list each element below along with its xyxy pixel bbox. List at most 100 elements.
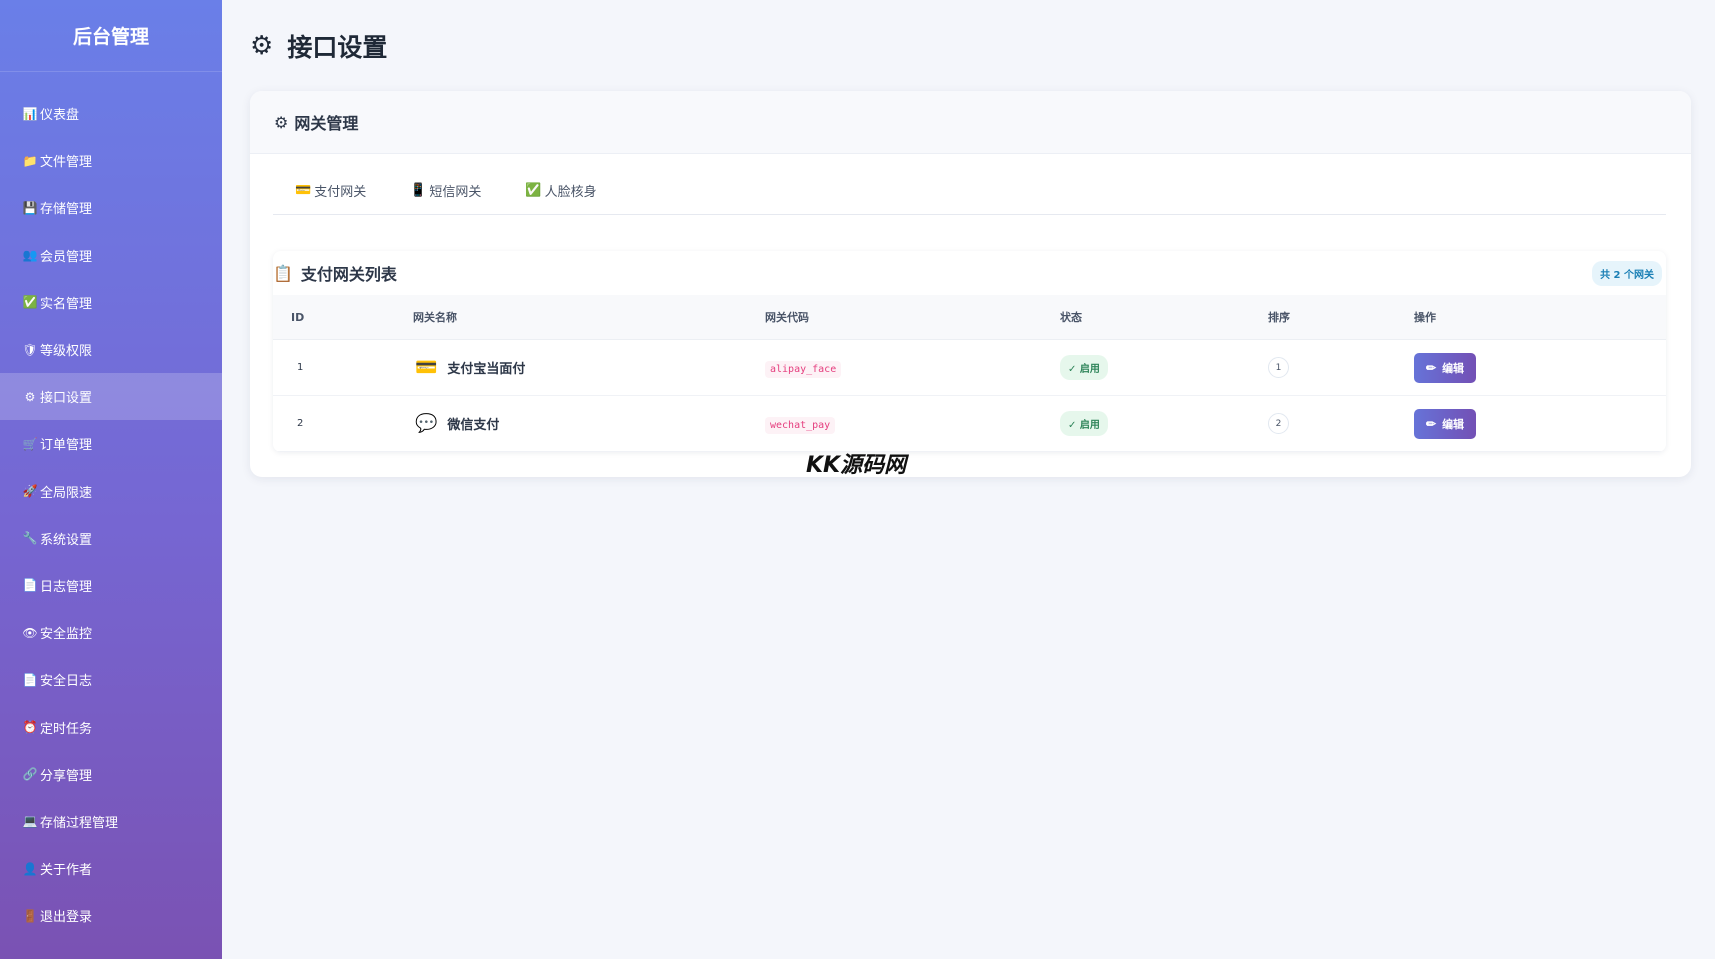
table-header: ID 网关名称 网关代码 状态 排序 操作 bbox=[273, 295, 1666, 340]
sidebar-item-label: 仪表盘 bbox=[40, 108, 80, 124]
sidebar-item-label: 系统设置 bbox=[40, 532, 93, 548]
edit-button-label: 编辑 bbox=[1442, 362, 1465, 375]
sidebar-item-label: 安全日志 bbox=[40, 674, 93, 690]
column-header-order: 排序 bbox=[1268, 311, 1290, 324]
card-title: 网关管理 bbox=[294, 114, 359, 133]
gateway-card: ⚙ 网关管理 💳 支付网关 📱 短信网关 ✅ 人脸核身 📋 支付网关列表 共 2… bbox=[250, 91, 1691, 477]
sidebar-item-logout[interactable]: 🚪 退出登录 bbox=[0, 892, 222, 939]
gear-icon: ⚙ bbox=[24, 389, 36, 404]
panel-title-text: 支付网关列表 bbox=[300, 265, 397, 284]
status-badge: ✓ 启用 bbox=[1060, 355, 1108, 380]
gateway-code: wechat_pay bbox=[765, 416, 836, 434]
sidebar-item-label: 等级权限 bbox=[40, 344, 93, 360]
sidebar-item-storage[interactable]: 💾 存储管理 bbox=[0, 184, 222, 231]
alarm-clock-icon: ⏰ bbox=[22, 720, 38, 735]
sidebar-item-realname[interactable]: ✅ 实名管理 bbox=[0, 279, 222, 326]
users-icon: 👥 bbox=[22, 248, 38, 263]
user-icon: 👤 bbox=[22, 861, 38, 876]
sidebar-item-permissions[interactable]: 🛡 等级权限 bbox=[0, 326, 222, 373]
sidebar-item-label: 文件管理 bbox=[40, 155, 93, 171]
gateway-name: 支付宝当面付 bbox=[447, 362, 526, 377]
gateway-tabs: 💳 支付网关 📱 短信网关 ✅ 人脸核身 bbox=[273, 155, 1666, 215]
sidebar: 后台管理 📊 仪表盘 📁 文件管理 💾 存储管理 👥 会员管理 ✅ 实名管理 🛡… bbox=[0, 0, 222, 959]
cell-order: 2 bbox=[1268, 413, 1414, 434]
cell-actions: ✏ 编辑 bbox=[1414, 408, 1614, 439]
page-title: 接口设置 bbox=[287, 33, 388, 62]
main-content: ⚙ 接口设置 ⚙ 网关管理 💳 支付网关 📱 短信网关 ✅ 人脸核身 📋 支付网… bbox=[222, 0, 1715, 959]
check-box-icon: ✅ bbox=[525, 183, 542, 198]
clipboard-icon: 📋 bbox=[273, 263, 293, 283]
cell-actions: ✏ 编辑 bbox=[1414, 352, 1614, 383]
edit-button[interactable]: ✏ 编辑 bbox=[1414, 408, 1477, 439]
cell-order: 1 bbox=[1268, 357, 1414, 378]
document-icon: 📄 bbox=[22, 578, 38, 593]
sidebar-item-system-settings[interactable]: 🔧 系统设置 bbox=[0, 515, 222, 562]
sidebar-item-label: 会员管理 bbox=[40, 249, 93, 265]
edit-button[interactable]: ✏ 编辑 bbox=[1414, 352, 1477, 383]
tab-label: 短信网关 bbox=[429, 185, 482, 200]
sidebar-item-logs[interactable]: 📄 日志管理 bbox=[0, 562, 222, 609]
cell-id: 2 bbox=[297, 418, 304, 429]
column-header-id: ID bbox=[291, 310, 305, 324]
order-badge: 2 bbox=[1268, 413, 1289, 434]
table-row: 1 💳 支付宝当面付 alipay_face ✓ 启用 1 ✏ 编辑 bbox=[273, 340, 1666, 396]
sidebar-item-label: 退出登录 bbox=[40, 910, 93, 926]
check-box-icon: ✅ bbox=[22, 295, 38, 310]
sidebar-item-security-monitor[interactable]: 👁 安全监控 bbox=[0, 609, 222, 656]
gateway-count-badge: 共 2 个网关 bbox=[1592, 260, 1662, 286]
watermark-text: KK源码网 bbox=[806, 453, 907, 478]
door-icon: 🚪 bbox=[22, 908, 38, 923]
cell-name: 💬 微信支付 bbox=[413, 413, 765, 434]
tab-label: 人脸核身 bbox=[544, 185, 597, 200]
card-header: ⚙ 网关管理 bbox=[250, 91, 1691, 154]
sidebar-item-label: 全局限速 bbox=[40, 485, 93, 501]
gateway-table: ID 网关名称 网关代码 状态 排序 操作 1 💳 支付宝当面付 alipay_… bbox=[273, 295, 1666, 452]
credit-card-icon: 💳 bbox=[295, 183, 312, 198]
cell-code: wechat_pay bbox=[765, 416, 1060, 434]
column-header-actions: 操作 bbox=[1414, 311, 1436, 324]
sidebar-item-stored-procedures[interactable]: 💻 存储过程管理 bbox=[0, 798, 222, 845]
sidebar-item-about[interactable]: 👤 关于作者 bbox=[0, 845, 222, 892]
cell-name: 💳 支付宝当面付 bbox=[413, 357, 765, 378]
document-icon: 📄 bbox=[22, 672, 38, 687]
mobile-phone-icon: 📱 bbox=[410, 183, 427, 198]
payment-gateway-panel: 📋 支付网关列表 共 2 个网关 ID 网关名称 网关代码 状态 排序 操作 1 bbox=[273, 251, 1666, 452]
sidebar-item-members[interactable]: 👥 会员管理 bbox=[0, 232, 222, 279]
sidebar-item-orders[interactable]: 🛒 订单管理 bbox=[0, 420, 222, 467]
folder-icon: 📁 bbox=[22, 153, 38, 168]
page-header: ⚙ 接口设置 bbox=[250, 28, 387, 64]
cell-status: ✓ 启用 bbox=[1060, 355, 1268, 380]
table-row: 2 💬 微信支付 wechat_pay ✓ 启用 2 ✏ 编辑 bbox=[273, 396, 1666, 452]
panel-header: 📋 支付网关列表 共 2 个网关 bbox=[273, 251, 1666, 295]
chart-icon: 📊 bbox=[22, 106, 38, 121]
chat-bubble-icon: 💬 bbox=[415, 413, 438, 434]
gear-icon: ⚙ bbox=[274, 112, 289, 132]
sidebar-item-shares[interactable]: 🔗 分享管理 bbox=[0, 751, 222, 798]
sidebar-item-security-logs[interactable]: 📄 安全日志 bbox=[0, 656, 222, 703]
gear-icon: ⚙ bbox=[250, 31, 274, 61]
sidebar-item-rate-limit[interactable]: 🚀 全局限速 bbox=[0, 468, 222, 515]
sidebar-item-dashboard[interactable]: 📊 仪表盘 bbox=[0, 90, 222, 137]
wrench-icon: 🔧 bbox=[22, 531, 38, 546]
column-header-code: 网关代码 bbox=[765, 311, 809, 324]
tab-sms-gateway[interactable]: 📱 短信网关 bbox=[388, 181, 503, 214]
cell-code: alipay_face bbox=[765, 360, 1060, 378]
sidebar-item-label: 安全监控 bbox=[40, 627, 93, 643]
sidebar-item-scheduled-tasks[interactable]: ⏰ 定时任务 bbox=[0, 703, 222, 750]
sidebar-item-label: 接口设置 bbox=[40, 391, 93, 407]
sidebar-item-label: 日志管理 bbox=[40, 579, 93, 595]
sidebar-item-label: 实名管理 bbox=[40, 296, 93, 312]
sidebar-item-api-settings[interactable]: ⚙ 接口设置 bbox=[0, 373, 222, 421]
sidebar-item-label: 关于作者 bbox=[40, 863, 93, 879]
gateway-code: alipay_face bbox=[765, 360, 842, 378]
tab-payment-gateway[interactable]: 💳 支付网关 bbox=[273, 181, 388, 214]
tab-face-verification[interactable]: ✅ 人脸核身 bbox=[503, 181, 618, 214]
column-header-name: 网关名称 bbox=[413, 311, 457, 324]
tab-label: 支付网关 bbox=[314, 185, 367, 200]
status-badge: ✓ 启用 bbox=[1060, 411, 1108, 436]
sidebar-item-label: 定时任务 bbox=[40, 721, 93, 737]
sidebar-item-files[interactable]: 📁 文件管理 bbox=[0, 137, 222, 184]
rocket-icon: 🚀 bbox=[22, 484, 38, 499]
laptop-icon: 💻 bbox=[22, 814, 38, 829]
brand-title: 后台管理 bbox=[0, 0, 222, 72]
